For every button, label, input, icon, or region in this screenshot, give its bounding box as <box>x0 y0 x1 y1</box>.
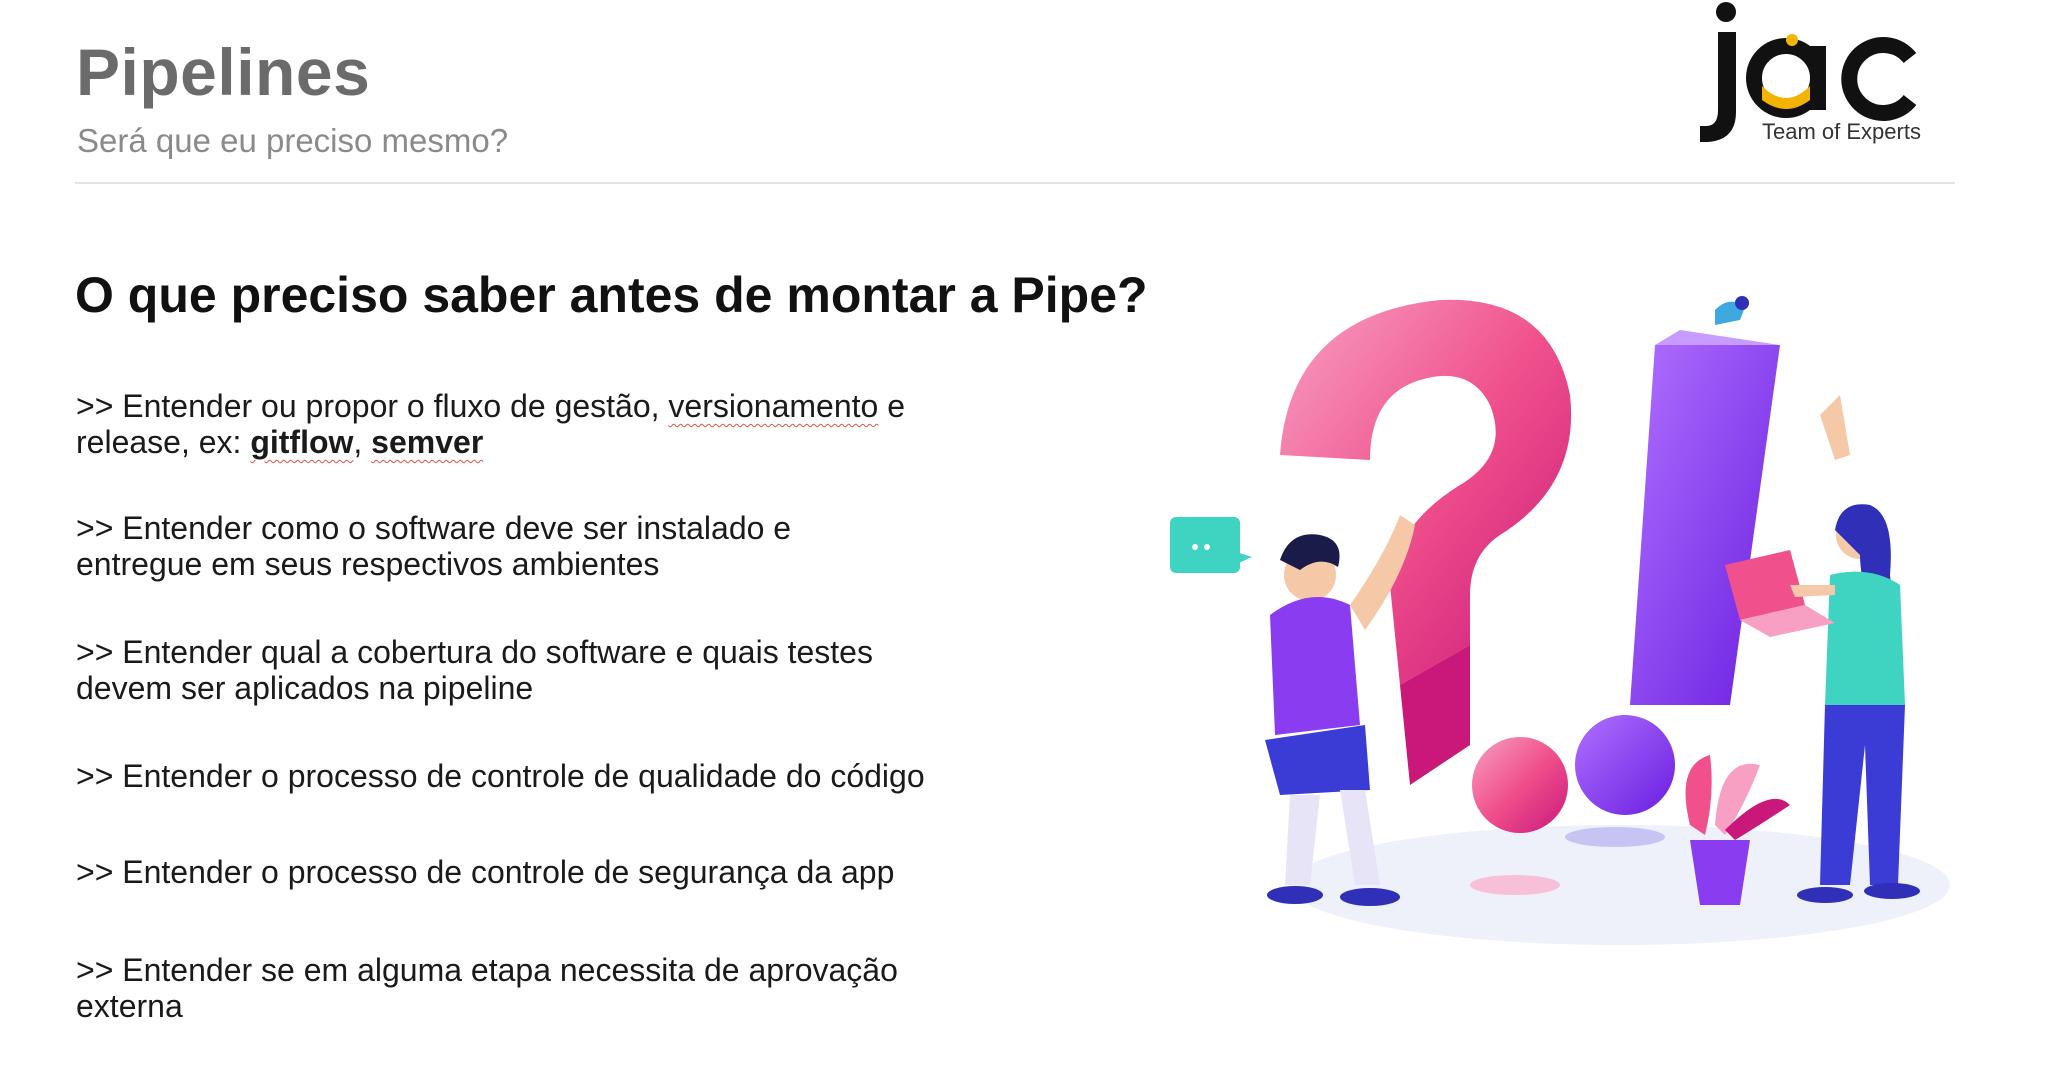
bullet-text: >> Entender o processo de controle de se… <box>76 854 895 890</box>
bullet-text: release, ex: <box>76 424 251 460</box>
bullet-text: e <box>878 388 905 424</box>
bullet-text-highlight: versionamento <box>668 388 879 424</box>
bullet-text: >> Entender se em alguma etapa necessita… <box>76 952 898 988</box>
bullet-text: >> Entender qual a cobertura do software… <box>76 634 873 670</box>
bullet-keyword: semver <box>371 424 484 460</box>
bullet-text: >> Entender como o software deve ser ins… <box>76 510 792 546</box>
bullet-text: entregue em seus respectivos ambientes <box>76 546 660 582</box>
bullet-item: >> Entender o processo de controle de qu… <box>76 758 1096 794</box>
question-exclamation-illustration <box>1170 296 1950 945</box>
bullet-text: , <box>353 424 372 460</box>
bullet-text: externa <box>76 988 183 1024</box>
slide-title: Pipelines <box>76 35 371 109</box>
bullet-text: >> Entender o processo de controle de qu… <box>76 758 925 794</box>
bullet-item: >> Entender como o software deve ser ins… <box>76 510 1096 582</box>
bullet-keyword: gitflow <box>250 424 354 460</box>
section-heading: O que preciso saber antes de montar a Pi… <box>75 267 1148 323</box>
bullet-text: devem ser aplicados na pipeline <box>76 670 534 706</box>
bullet-text: >> Entender ou propor o fluxo de gestão, <box>76 388 669 424</box>
slide-subtitle: Será que eu preciso mesmo? <box>77 122 509 159</box>
bullet-item: >> Entender o processo de controle de se… <box>76 854 1096 890</box>
bullet-item: >> Entender se em alguma etapa necessita… <box>76 952 1096 1024</box>
bullet-item: >> Entender qual a cobertura do software… <box>76 634 1096 706</box>
bullet-item: >> Entender ou propor o fluxo de gestão,… <box>76 388 1096 460</box>
logo-tagline: Team of Experts <box>1762 119 1921 144</box>
header-divider <box>75 182 1955 184</box>
